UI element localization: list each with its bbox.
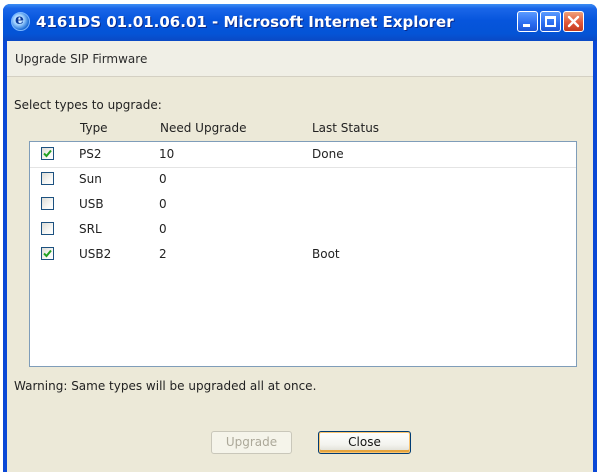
close-button[interactable]: Close xyxy=(318,431,411,454)
type-cell: SRL xyxy=(79,222,102,236)
column-header-need-upgrade: Need Upgrade xyxy=(160,121,247,135)
select-types-label: Select types to upgrade: xyxy=(14,98,162,112)
type-cell: PS2 xyxy=(79,147,102,161)
need-upgrade-cell: 0 xyxy=(159,172,167,186)
table-row[interactable]: USB2 2 Boot xyxy=(30,242,576,267)
need-upgrade-cell: 0 xyxy=(159,222,167,236)
last-status-cell: Done xyxy=(312,147,344,161)
minimize-icon xyxy=(523,24,530,27)
title-bar[interactable]: e 4161DS 01.01.06.01 - Microsoft Interne… xyxy=(3,4,597,41)
close-window-button[interactable] xyxy=(563,11,584,32)
need-upgrade-cell: 0 xyxy=(159,197,167,211)
page-title: Upgrade SIP Firmware xyxy=(15,52,148,66)
checkmark-icon xyxy=(43,149,52,158)
row-checkbox[interactable] xyxy=(41,247,54,260)
warning-text: Warning: Same types will be upgraded all… xyxy=(14,379,317,393)
minimize-button[interactable] xyxy=(517,11,538,32)
table-row[interactable]: SRL 0 xyxy=(30,217,576,242)
browser-dialog-window: e 4161DS 01.01.06.01 - Microsoft Interne… xyxy=(3,4,597,472)
checkmark-icon xyxy=(43,249,52,258)
maximize-button[interactable] xyxy=(540,11,561,32)
row-checkbox[interactable] xyxy=(41,147,54,160)
type-cell: USB2 xyxy=(79,247,112,261)
row-checkbox[interactable] xyxy=(41,172,54,185)
table-row[interactable]: Sun 0 xyxy=(30,167,576,192)
upgrade-button[interactable]: Upgrade xyxy=(211,431,292,454)
last-status-cell: Boot xyxy=(312,247,340,261)
type-cell: Sun xyxy=(79,172,102,186)
row-checkbox[interactable] xyxy=(41,222,54,235)
type-cell: USB xyxy=(79,197,104,211)
dialog-content: Upgrade SIP Firmware Select types to upg… xyxy=(7,41,593,472)
maximize-icon xyxy=(545,16,556,27)
table-row[interactable]: USB 0 xyxy=(30,192,576,217)
need-upgrade-cell: 10 xyxy=(159,147,175,161)
column-header-last-status: Last Status xyxy=(312,121,380,135)
row-checkbox[interactable] xyxy=(41,197,54,210)
column-header-type: Type xyxy=(80,121,108,135)
types-list[interactable]: PS2 10 Done Sun 0 USB 0 SRL 0 USB2 2 Boo… xyxy=(29,141,577,367)
page-header: Upgrade SIP Firmware xyxy=(7,41,593,77)
window-title: 4161DS 01.01.06.01 - Microsoft Internet … xyxy=(36,13,454,31)
internet-explorer-icon: e xyxy=(11,12,30,31)
table-row[interactable]: PS2 10 Done xyxy=(30,142,576,168)
close-icon xyxy=(567,15,580,28)
need-upgrade-cell: 2 xyxy=(159,247,167,261)
